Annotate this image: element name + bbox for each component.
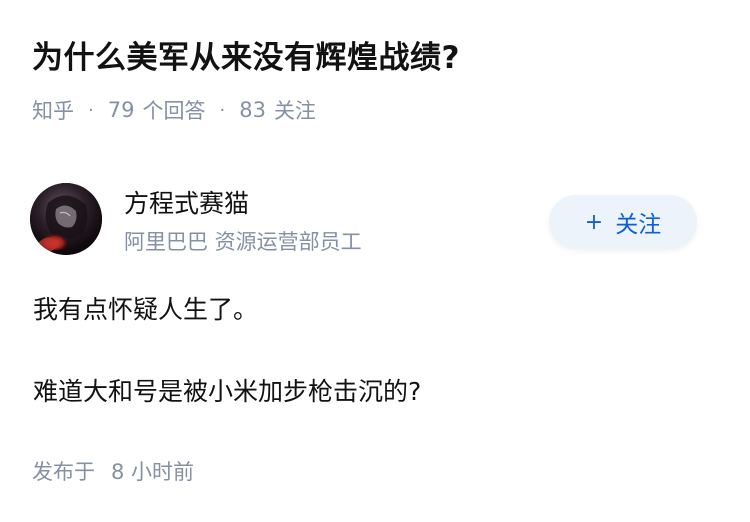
answer-count-label: 个回答 [142,99,206,123]
author-headline: 阿里巴巴 资源运营部员工 [124,230,362,254]
avatar-image [30,183,102,255]
source-label: 知乎 [32,99,74,123]
published-label: 发布于 [32,460,95,484]
publish-time: 发布于 8 小时前 [32,457,194,487]
question-title[interactable]: 为什么美军从来没有辉煌战绩? [32,36,722,80]
follower-count-label: 关注 [273,99,316,123]
avatar[interactable] [30,183,102,255]
follow-button-label: 关注 [615,212,662,238]
meta-separator: · [88,99,94,121]
answer-count: 79 [107,98,135,122]
plus-icon: + [584,209,604,235]
author-name[interactable]: 方程式赛猫 [124,187,249,221]
follow-button[interactable]: + 关注 [549,195,697,249]
answer-paragraph: 难道大和号是被小米加步枪击沉的? [33,377,422,406]
published-time-value: 8 小时前 [111,460,195,484]
follower-count: 83 [239,98,266,122]
answer-paragraph: 我有点怀疑人生了。 [33,295,259,324]
meta-separator: · [219,99,226,121]
question-meta: 知乎 · 79 个回答 · 83 关注 [32,96,316,124]
